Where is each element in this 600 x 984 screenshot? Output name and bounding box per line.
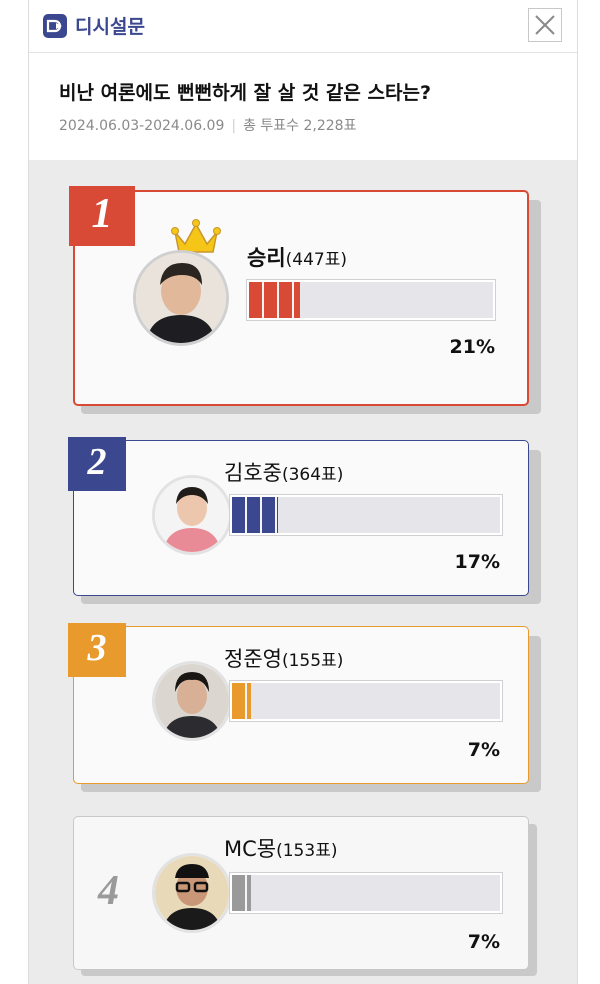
result-percent-2: 17% xyxy=(454,551,500,573)
avatar-3 xyxy=(152,661,232,741)
candidate-name-3: 정준영 xyxy=(224,647,282,671)
header: 디시설문 xyxy=(29,0,577,53)
candidate-label-4: MC몽(153표) xyxy=(224,833,337,863)
result-bar-fill-3 xyxy=(232,683,251,719)
rank-badge-2: 2 xyxy=(68,437,126,491)
result-bar-4 xyxy=(230,873,502,913)
person-icon xyxy=(155,856,229,930)
close-icon xyxy=(535,15,555,35)
poll-meta: 2024.06.03-2024.06.09 | 총 투표수 2,228표 xyxy=(59,115,356,135)
candidate-label-3: 정준영(155표) xyxy=(224,643,343,673)
result-bar-fill-2 xyxy=(232,497,278,533)
candidate-votes-3: (155표) xyxy=(281,651,344,671)
rank-number-1: 1 xyxy=(91,191,113,237)
result-bar-2 xyxy=(230,495,502,535)
result-percent-3: 7% xyxy=(467,739,500,761)
avatar-4 xyxy=(152,853,232,933)
result-bar-fill-4 xyxy=(232,875,251,911)
rank-badge-3: 3 xyxy=(68,623,126,677)
rank-number-2: 2 xyxy=(87,441,107,483)
candidate-name-2: 김호중 xyxy=(224,461,282,485)
candidate-label-2: 김호중(364표) xyxy=(224,457,343,487)
result-card-1: 1 승리(447표) 21% xyxy=(69,186,529,406)
poll-panel: 디시설문 비난 여론에도 뻔뻔하게 잘 살 것 같은 스타는? 2024.06.… xyxy=(28,0,578,984)
candidate-name-4: MC몽 xyxy=(224,837,277,861)
person-icon xyxy=(155,664,229,738)
person-icon xyxy=(136,253,226,343)
results-area: 1 승리(447표) 21% 2 김호중(364표) 17% 3 정준영(155… xyxy=(29,160,577,984)
result-card-4: 4 MC몽(153표) 7% xyxy=(73,816,529,970)
rank-number-4: 4 xyxy=(98,868,119,914)
avatar-1 xyxy=(133,250,229,346)
page-margin-left xyxy=(0,0,28,984)
person-icon xyxy=(155,478,229,552)
candidate-votes-1: (447표) xyxy=(285,250,347,270)
meta-divider: | xyxy=(231,118,237,134)
poll-period: 2024.06.03-2024.06.09 xyxy=(59,118,225,134)
candidate-label-1: 승리(447표) xyxy=(247,242,347,272)
poll-total-votes: 총 투표수 2,228표 xyxy=(243,118,357,134)
close-button[interactable] xyxy=(528,8,562,42)
candidate-votes-4: (153표) xyxy=(276,841,338,861)
result-percent-4: 7% xyxy=(467,931,500,953)
rank-number-3: 3 xyxy=(87,627,107,669)
candidate-votes-2: (364표) xyxy=(281,465,344,485)
result-card-3: 3 정준영(155표) 7% xyxy=(68,623,529,784)
result-bar-3 xyxy=(230,681,502,721)
rank-badge-1: 1 xyxy=(69,186,135,246)
result-bar-fill-1 xyxy=(249,282,301,318)
result-percent-1: 21% xyxy=(449,336,495,358)
poll-question: 비난 여론에도 뻔뻔하게 잘 살 것 같은 스타는? xyxy=(59,82,431,104)
header-title: 디시설문 xyxy=(75,16,145,38)
result-card-2: 2 김호중(364표) 17% xyxy=(68,437,529,596)
candidate-name-1: 승리 xyxy=(247,246,286,270)
result-bar-1 xyxy=(247,280,495,320)
dcinside-logo-icon xyxy=(43,14,67,38)
page-margin-right xyxy=(576,0,600,984)
avatar-2 xyxy=(152,475,232,555)
